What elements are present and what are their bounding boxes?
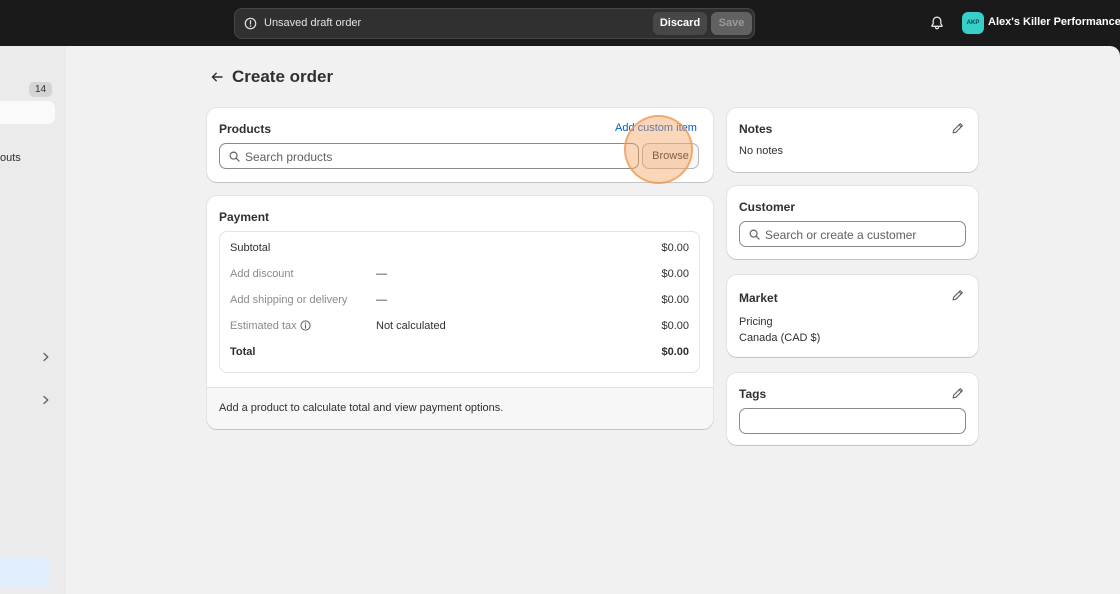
payment-row-discount[interactable]: Add discount — $0.00	[220, 265, 699, 285]
info-icon[interactable]	[300, 320, 311, 331]
search-icon	[229, 151, 240, 162]
add-shipping-link[interactable]: Add shipping or delivery	[230, 294, 347, 306]
chevron-right-icon[interactable]	[41, 395, 51, 405]
sidebar-item-partial-label[interactable]: outs	[0, 152, 21, 164]
payment-row-value: Not calculated	[376, 320, 446, 332]
product-search-input[interactable]: Search products	[219, 143, 639, 169]
click-indicator	[624, 115, 693, 184]
estimated-tax-label: Estimated tax	[230, 320, 311, 332]
payment-row-amount: $0.00	[661, 320, 689, 332]
payment-row-value: —	[376, 268, 387, 280]
payment-title: Payment	[219, 210, 270, 224]
sidebar: 14 outs	[0, 46, 66, 594]
payment-row-label: Subtotal	[230, 242, 271, 254]
discard-button[interactable]: Discard	[653, 12, 707, 35]
store-avatar[interactable]: AKP	[962, 12, 984, 34]
store-name[interactable]: Alex's Killer Performance	[988, 16, 1120, 28]
payment-summary-table: Subtotal $0.00 Add discount — $0.00 Add …	[219, 231, 700, 373]
page-title: Create order	[232, 67, 334, 86]
main-content: Create order Products Add custom item Se…	[66, 46, 1120, 594]
orders-count-badge: 14	[29, 82, 52, 97]
product-search-placeholder: Search products	[245, 150, 333, 164]
sidebar-item-active[interactable]	[0, 101, 55, 124]
products-title: Products	[219, 122, 272, 136]
back-arrow-icon[interactable]	[210, 70, 224, 84]
tags-title: Tags	[739, 387, 767, 401]
search-icon	[749, 229, 760, 240]
notes-card	[727, 108, 978, 172]
alert-circle-icon	[244, 17, 257, 30]
unsaved-draft-bar: Unsaved draft order Discard Save	[234, 8, 755, 39]
payment-row-amount: $0.00	[661, 268, 689, 280]
pencil-icon[interactable]	[952, 122, 964, 134]
payment-row-subtotal: Subtotal $0.00	[220, 239, 699, 259]
customer-title: Customer	[739, 200, 796, 214]
notes-value: No notes	[739, 145, 784, 157]
estimated-tax-text: Estimated tax	[230, 320, 297, 332]
payment-row-label: Total	[230, 346, 256, 358]
save-button[interactable]: Save	[711, 12, 752, 35]
payment-row-shipping[interactable]: Add shipping or delivery — $0.00	[220, 291, 699, 311]
market-pricing-value: Canada (CAD $)	[739, 332, 821, 344]
notes-title: Notes	[739, 122, 773, 136]
customer-search-placeholder: Search or create a customer	[765, 228, 917, 242]
payment-footer: Add a product to calculate total and vie…	[207, 387, 713, 429]
payment-row-amount: $0.00	[661, 346, 689, 358]
tags-input[interactable]	[739, 408, 966, 434]
add-discount-link[interactable]: Add discount	[230, 268, 294, 280]
pencil-icon[interactable]	[952, 387, 964, 399]
market-pricing-label: Pricing	[739, 316, 773, 328]
bell-icon[interactable]	[929, 15, 945, 31]
customer-search-input[interactable]: Search or create a customer	[739, 221, 966, 247]
payment-row-value: —	[376, 294, 387, 306]
payment-row-amount: $0.00	[661, 242, 689, 254]
payment-row-tax: Estimated tax Not calculated $0.00	[220, 317, 699, 337]
payment-row-total: Total $0.00	[220, 343, 699, 363]
top-bar: Unsaved draft order Discard Save AKP Ale…	[0, 0, 1120, 46]
payment-footer-text: Add a product to calculate total and vie…	[219, 402, 504, 414]
payment-row-amount: $0.00	[661, 294, 689, 306]
market-title: Market	[739, 291, 778, 305]
chevron-right-icon[interactable]	[41, 352, 51, 362]
draft-status-text: Unsaved draft order	[264, 17, 362, 29]
sidebar-item-highlighted[interactable]	[0, 558, 50, 588]
pencil-icon[interactable]	[952, 289, 964, 301]
